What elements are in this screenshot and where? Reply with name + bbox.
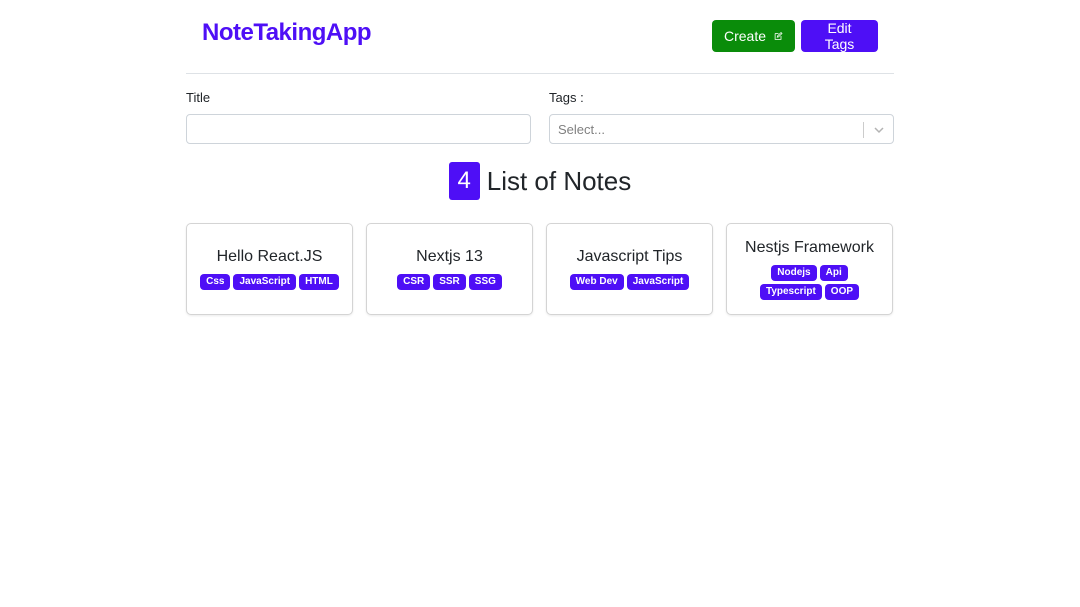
note-tags: Nodejs Api Typescript OOP: [740, 264, 880, 300]
select-indicator-separator: [863, 122, 864, 138]
notes-heading-text: List of Notes: [486, 165, 632, 196]
note-card-title: Javascript Tips: [576, 248, 683, 265]
edit-pencil-icon: [774, 31, 783, 40]
tag-badge: CSR: [397, 274, 431, 290]
tag-badge: SSG: [468, 274, 502, 290]
note-tags: CSR SSR SSG: [397, 274, 502, 290]
notes-heading: 4 List of Notes: [0, 162, 1080, 200]
navbar: NoteTakingApp Create Edit Tags: [186, 0, 894, 74]
note-card[interactable]: Nestjs Framework Nodejs Api Typescript O…: [726, 223, 893, 315]
page: NoteTakingApp Create Edit Tags Title Tag…: [0, 0, 1080, 607]
brand-logo[interactable]: NoteTakingApp: [202, 19, 372, 47]
notes-list: Hello React.JS Css JavaScript HTML Nextj…: [186, 223, 894, 315]
note-card[interactable]: Hello React.JS Css JavaScript HTML: [186, 223, 353, 315]
title-input[interactable]: [187, 115, 530, 143]
note-card-title: Nextjs 13: [416, 248, 483, 265]
note-tags: Css JavaScript HTML: [200, 274, 339, 290]
title-field-wrapper: [186, 114, 531, 144]
tag-badge: HTML: [299, 274, 339, 290]
chevron-down-icon[interactable]: [873, 124, 885, 136]
note-tags: Web Dev JavaScript: [569, 274, 690, 290]
note-card[interactable]: Nextjs 13 CSR SSR SSG: [366, 223, 533, 315]
tag-badge: Css: [200, 274, 231, 290]
note-card-title: Nestjs Framework: [745, 238, 874, 256]
tag-badge: OOP: [824, 283, 860, 300]
tags-select[interactable]: Select...: [549, 114, 894, 144]
tag-badge: JavaScript: [233, 274, 297, 290]
notes-count-badge: 4: [448, 162, 480, 200]
tag-badge: Web Dev: [569, 274, 624, 290]
tags-label: Tags :: [549, 90, 584, 105]
note-card-title: Hello React.JS: [216, 248, 323, 265]
tag-badge: Api: [819, 264, 848, 281]
title-label: Title: [186, 90, 211, 105]
tag-badge: Typescript: [759, 283, 822, 300]
create-button[interactable]: Create: [712, 20, 795, 52]
tag-badge: JavaScript: [626, 274, 690, 290]
edit-tags-button[interactable]: Edit Tags: [801, 20, 878, 52]
tag-badge: SSR: [433, 274, 466, 290]
tag-badge: Nodejs: [771, 264, 817, 281]
create-button-label: Create: [724, 28, 767, 44]
note-card[interactable]: Javascript Tips Web Dev JavaScript: [546, 223, 713, 315]
tags-select-placeholder: Select...: [558, 122, 605, 137]
